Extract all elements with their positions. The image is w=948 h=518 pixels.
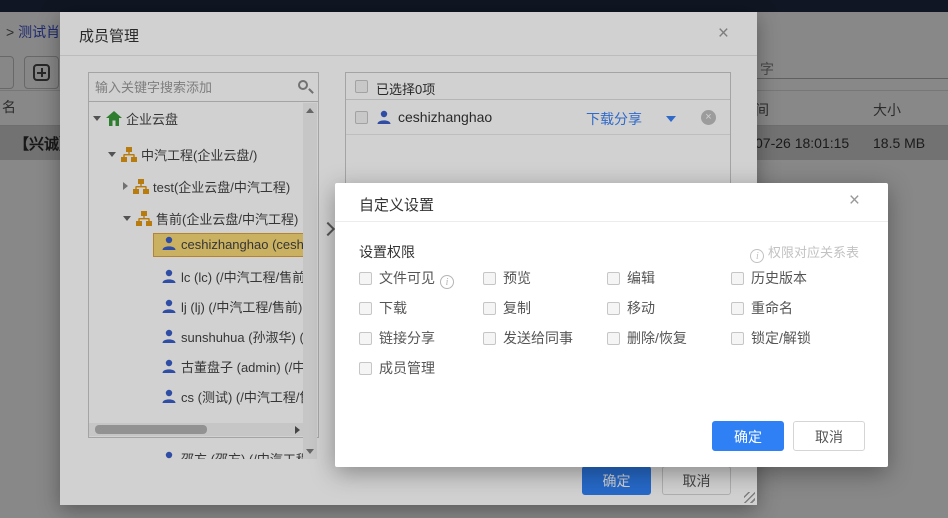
- permission-label: 移动: [627, 300, 655, 316]
- permission-label: 重命名: [751, 300, 793, 316]
- permission-item-move: 移动: [607, 298, 731, 328]
- settings-ok-button[interactable]: 确定: [712, 421, 784, 451]
- checkbox[interactable]: [483, 302, 496, 315]
- checkbox[interactable]: [731, 272, 744, 285]
- permission-relation-label[interactable]: 权限对应关系表: [768, 245, 859, 260]
- permission-item-rename: 重命名: [731, 298, 855, 328]
- checkbox[interactable]: [607, 332, 620, 345]
- checkbox[interactable]: [359, 332, 372, 345]
- permission-item-preview: 预览: [483, 268, 607, 298]
- permissions-grid: 文件可见 i 预览 编辑 历史版本 下载 复制 移动 重命名 链接分享 发送给同事…: [359, 268, 869, 388]
- permission-label: 发送给同事: [503, 330, 573, 346]
- checkbox[interactable]: [359, 362, 372, 375]
- checkbox[interactable]: [731, 332, 744, 345]
- permission-label: 下载: [379, 300, 407, 316]
- permission-label: 历史版本: [751, 270, 807, 286]
- permission-item-download: 下载: [359, 298, 483, 328]
- permission-item-history: 历史版本: [731, 268, 855, 298]
- permission-item-copy: 复制: [483, 298, 607, 328]
- checkbox[interactable]: [607, 302, 620, 315]
- permission-label: 复制: [503, 300, 531, 316]
- permission-item-member-manage: 成员管理: [359, 358, 483, 388]
- permission-item-lock-unlock: 锁定/解锁: [731, 328, 855, 358]
- permission-item-file-visible: 文件可见 i: [359, 268, 483, 298]
- info-icon: i: [750, 249, 764, 263]
- checkbox[interactable]: [359, 302, 372, 315]
- close-icon[interactable]: ×: [849, 193, 860, 208]
- info-icon[interactable]: i: [440, 275, 454, 289]
- permission-label: 文件可见: [379, 270, 435, 286]
- permission-label: 删除/恢复: [627, 330, 687, 346]
- checkbox[interactable]: [483, 272, 496, 285]
- settings-dialog-header: 自定义设置 ×: [335, 183, 888, 222]
- permission-item-delete-restore: 删除/恢复: [607, 328, 731, 358]
- permission-label: 锁定/解锁: [751, 330, 811, 346]
- permission-relation-link[interactable]: i 权限对应关系表: [750, 242, 859, 263]
- permission-label: 成员管理: [379, 360, 435, 376]
- checkbox[interactable]: [483, 332, 496, 345]
- settings-cancel-button[interactable]: 取消: [793, 421, 865, 451]
- permission-label: 预览: [503, 270, 531, 286]
- checkbox[interactable]: [731, 302, 744, 315]
- permission-label: 链接分享: [379, 330, 435, 346]
- set-permissions-label: 设置权限: [359, 242, 415, 262]
- permission-item-send-colleague: 发送给同事: [483, 328, 607, 358]
- settings-dialog-title: 自定义设置: [359, 194, 434, 215]
- custom-settings-dialog: 自定义设置 × 设置权限 i 权限对应关系表 文件可见 i 预览 编辑 历史版本 …: [335, 183, 888, 467]
- checkbox[interactable]: [359, 272, 372, 285]
- permission-item-link-share: 链接分享: [359, 328, 483, 358]
- checkbox[interactable]: [607, 272, 620, 285]
- permission-label: 编辑: [627, 270, 655, 286]
- permission-item-edit: 编辑: [607, 268, 731, 298]
